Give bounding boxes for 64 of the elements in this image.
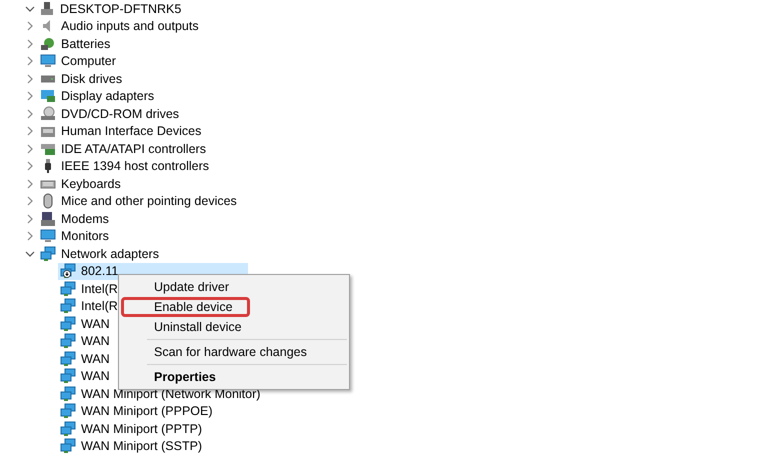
- menu-item[interactable]: Update driver: [121, 277, 347, 297]
- fax-modem-icon: [40, 210, 56, 227]
- battery-icon: [40, 36, 56, 52]
- chevron-right-icon[interactable]: [25, 108, 35, 119]
- category-item[interactable]: Modems: [61, 210, 109, 227]
- chevron-right-icon[interactable]: [25, 91, 35, 102]
- menu-item[interactable]: Enable device: [121, 297, 250, 317]
- device-item[interactable]: WAN: [58, 350, 114, 368]
- category-item[interactable]: Mice and other pointing devices: [61, 193, 237, 210]
- chevron-right-icon[interactable]: [25, 161, 35, 172]
- device-item[interactable]: WAN: [58, 315, 114, 332]
- category-item[interactable]: Keyboards: [61, 176, 121, 192]
- computer-name[interactable]: DESKTOP-DFTNRK5: [60, 0, 182, 17]
- menu-item[interactable]: Uninstall device: [121, 317, 347, 337]
- monitor-icon: [40, 53, 56, 70]
- chevron-right-icon[interactable]: [25, 38, 35, 49]
- category-item[interactable]: IEEE 1394 host controllers: [61, 158, 209, 174]
- device-item[interactable]: Intel(R: [58, 280, 122, 298]
- category-item[interactable]: Batteries: [61, 36, 110, 52]
- chevron-right-icon[interactable]: [25, 74, 35, 84]
- network-icon: [60, 298, 76, 314]
- disc-drive-icon: [40, 106, 56, 122]
- network-icon: [40, 246, 56, 262]
- chevron-right-icon[interactable]: [25, 144, 35, 154]
- chevron-right-icon[interactable]: [25, 214, 35, 224]
- chevron-right-icon[interactable]: [25, 56, 35, 66]
- category-item[interactable]: Disk drives: [61, 70, 122, 87]
- device-item[interactable]: WAN: [58, 332, 114, 350]
- network-icon: [60, 333, 76, 350]
- category-item[interactable]: Monitors: [61, 228, 109, 244]
- category-item[interactable]: Computer: [61, 53, 116, 70]
- network-icon: [60, 386, 76, 402]
- category-item[interactable]: Audio inputs and outputs: [61, 18, 199, 34]
- chevron-right-icon[interactable]: [25, 126, 35, 136]
- category-item[interactable]: Human Interface Devices: [61, 123, 202, 140]
- network-icon: [60, 420, 76, 437]
- network-icon: [60, 403, 76, 420]
- menu-item[interactable]: Scan for hardware changes: [121, 342, 347, 362]
- category-item[interactable]: IDE ATA/ATAPI controllers: [61, 140, 206, 157]
- down-arrow-badge-icon: [63, 270, 71, 278]
- device-item[interactable]: WAN Miniport (PPPOE): [58, 402, 217, 420]
- network-icon: [60, 280, 76, 297]
- device-item[interactable]: WAN: [58, 368, 114, 385]
- chevron-down-icon[interactable]: [25, 248, 35, 259]
- network-icon: [60, 368, 76, 384]
- device-item[interactable]: WAN Miniport (SSTP): [58, 438, 206, 455]
- device-item[interactable]: WAN Miniport (PPTP): [58, 420, 206, 438]
- network-icon: [60, 438, 76, 454]
- monitor-icon: [40, 228, 56, 244]
- device-item[interactable]: Intel(R: [58, 298, 122, 315]
- network-icon: [60, 316, 76, 332]
- computer-icon: [39, 0, 55, 17]
- chevron-right-icon[interactable]: [25, 231, 35, 242]
- chevron-right-icon[interactable]: [25, 196, 35, 206]
- device-item[interactable]: WAN Miniport (Network Monitor): [58, 385, 264, 402]
- category-item[interactable]: Network adapters: [61, 246, 159, 262]
- category-item[interactable]: DVD/CD-ROM drives: [61, 106, 180, 122]
- chevron-right-icon[interactable]: [25, 21, 35, 32]
- chevron-down-icon[interactable]: [25, 4, 35, 14]
- chevron-right-icon[interactable]: [25, 178, 35, 189]
- menu-item[interactable]: Properties: [121, 367, 347, 387]
- category-item[interactable]: Display adapters: [61, 88, 154, 104]
- display-adapter-icon: [40, 88, 56, 104]
- network-icon: [60, 350, 76, 367]
